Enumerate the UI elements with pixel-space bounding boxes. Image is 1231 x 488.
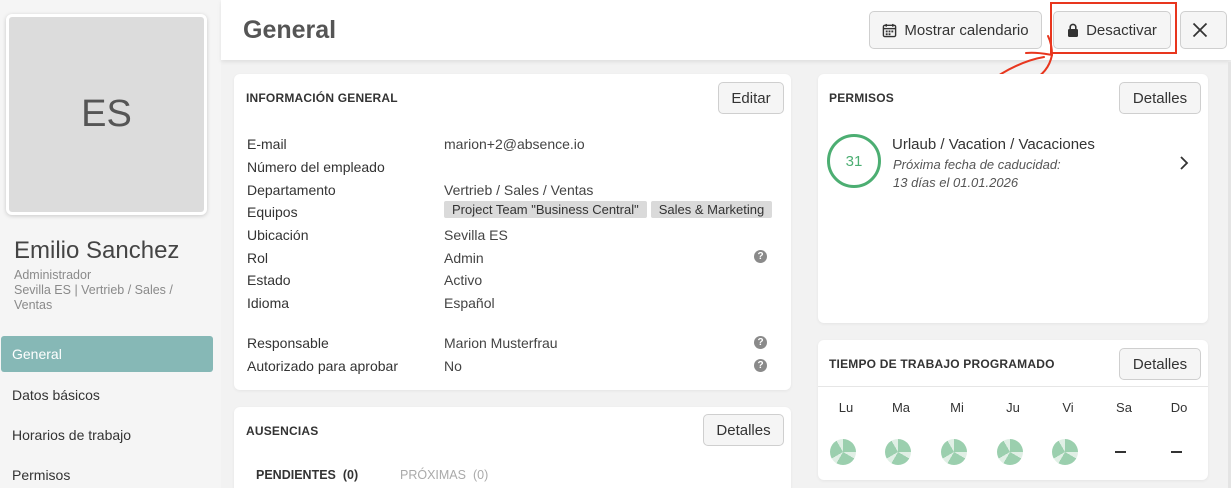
location-label: Ubicación xyxy=(247,227,309,243)
sidebar: ES Emilio Sanchez Administrador Sevilla … xyxy=(0,0,221,488)
day-label-thu: Ju xyxy=(1006,400,1020,415)
calendar-icon xyxy=(883,23,897,37)
allowance-days-ring: 31 xyxy=(827,134,881,188)
card-title: PERMISOS xyxy=(829,91,894,105)
approver-value: No xyxy=(444,358,462,374)
location-value: Sevilla ES xyxy=(444,227,508,243)
sidebar-item-datos-basicos[interactable]: Datos básicos xyxy=(1,377,213,413)
email-value: marion+2@absence.io xyxy=(444,136,585,152)
no-work-dash xyxy=(1171,451,1182,453)
tab-upcoming[interactable]: PRÓXIMAS (0) xyxy=(400,468,488,482)
help-icon[interactable]: ? xyxy=(754,359,767,372)
workday-pie-icon xyxy=(885,439,911,465)
divider xyxy=(818,386,1208,387)
manager-label: Responsable xyxy=(247,335,329,351)
sidebar-item-label: Permisos xyxy=(12,467,71,483)
sidebar-item-label: General xyxy=(12,346,62,362)
tab-count: (0) xyxy=(342,468,359,482)
day-label-fri: Vi xyxy=(1062,400,1074,415)
employee-number-label: Número del empleado xyxy=(247,159,385,175)
avatar-initials: ES xyxy=(81,93,132,135)
workday-pie-icon xyxy=(941,439,967,465)
email-label: E-mail xyxy=(247,136,287,152)
details-label: Detalles xyxy=(1132,355,1188,373)
department-value: Vertrieb / Sales / Ventas xyxy=(444,182,594,198)
workday-pie-icon xyxy=(997,439,1023,465)
language-label: Idioma xyxy=(247,295,290,311)
status-value: Activo xyxy=(444,272,483,288)
tab-label: PRÓXIMAS xyxy=(400,468,466,482)
teams-label: Equipos xyxy=(247,204,298,220)
permissions-details-button[interactable]: Detalles xyxy=(1119,82,1201,114)
day-label-sat: Sa xyxy=(1116,400,1132,415)
allowance-expiry-label: Próxima fecha de caducidad: xyxy=(893,157,1061,172)
sidebar-item-permisos[interactable]: Permisos xyxy=(1,457,213,488)
card-title: TIEMPO DE TRABAJO PROGRAMADO xyxy=(829,357,1055,371)
tab-label: PENDIENTES xyxy=(256,468,336,482)
details-label: Detalles xyxy=(716,421,771,439)
avatar[interactable]: ES xyxy=(6,14,207,215)
workday-pie-icon xyxy=(1052,439,1078,465)
language-value: Español xyxy=(444,295,495,311)
details-label: Detalles xyxy=(1132,89,1188,107)
user-name: Emilio Sanchez xyxy=(14,237,180,264)
allowance-name: Urlaub / Vacation / Vacaciones xyxy=(892,136,1095,153)
card-title: AUSENCIAS xyxy=(246,424,319,438)
day-label-sun: Do xyxy=(1170,400,1188,415)
day-label-tue: Ma xyxy=(891,400,911,415)
allowance-expiry-value: 13 días el 01.01.2026 xyxy=(893,175,1019,190)
card-title: INFORMACIÓN GENERAL xyxy=(246,91,398,105)
help-icon[interactable]: ? xyxy=(754,336,767,349)
permissions-card: PERMISOS Detalles 31 Urlaub / Vacation /… xyxy=(818,74,1208,323)
sidebar-item-horarios[interactable]: Horarios de trabajo xyxy=(1,417,213,453)
day-label-mon: Lu xyxy=(838,400,854,415)
team-tag: Project Team "Business Central" xyxy=(444,201,647,218)
sidebar-item-general[interactable]: General xyxy=(1,336,213,372)
sidebar-item-label: Horarios de trabajo xyxy=(12,427,132,443)
manager-value: Marion Musterfrau xyxy=(444,335,558,351)
team-tag: Sales & Marketing xyxy=(650,201,773,218)
day-label-wed: Mi xyxy=(950,400,964,415)
edit-label: Editar xyxy=(731,89,771,107)
absences-card: AUSENCIAS Detalles PENDIENTES (0) PRÓXIM… xyxy=(234,407,791,488)
close-icon xyxy=(1192,22,1208,38)
tab-count: (0) xyxy=(472,468,489,482)
schedule-details-button[interactable]: Detalles xyxy=(1119,348,1201,380)
user-role: Administrador xyxy=(14,268,92,282)
role-label: Rol xyxy=(247,250,269,266)
allowance-item[interactable]: 31 Urlaub / Vacation / Vacaciones Próxim… xyxy=(818,130,1208,194)
teams-tags: Project Team "Business Central" Sales & M… xyxy=(444,201,776,218)
edit-button[interactable]: Editar xyxy=(718,82,784,114)
allowance-days: 31 xyxy=(845,152,863,170)
role-value: Admin xyxy=(444,250,484,266)
user-location: Sevilla ES | Vertrieb / Sales / Ventas xyxy=(14,283,173,312)
chevron-right-icon xyxy=(1180,156,1189,170)
no-work-dash xyxy=(1115,451,1126,453)
approver-label: Autorizado para aprobar xyxy=(247,358,398,374)
tab-pending[interactable]: PENDIENTES (0) xyxy=(256,468,358,482)
general-info-card: INFORMACIÓN GENERAL Editar E-mail marion… xyxy=(234,74,791,390)
department-label: Departamento xyxy=(247,182,336,198)
page-title: General xyxy=(243,16,337,44)
workday-pie-icon xyxy=(830,439,856,465)
close-button[interactable] xyxy=(1180,11,1227,49)
absences-details-button[interactable]: Detalles xyxy=(703,414,784,446)
status-label: Estado xyxy=(247,272,291,288)
sidebar-item-label: Datos básicos xyxy=(12,387,100,403)
help-icon[interactable]: ? xyxy=(754,250,767,263)
